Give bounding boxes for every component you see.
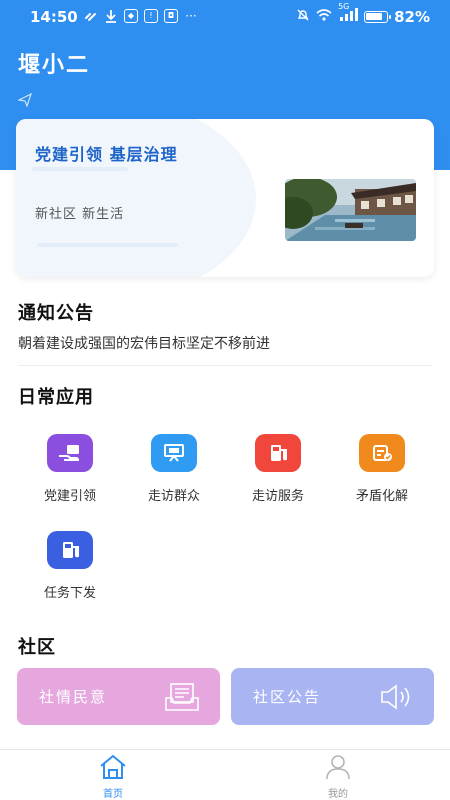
divider: [18, 365, 432, 366]
link-icon: [84, 9, 98, 23]
signal-icon: 5G: [338, 2, 359, 26]
battery-percent: 82%: [394, 8, 430, 26]
speaker-icon: [378, 682, 414, 716]
presentation-icon: [151, 434, 197, 472]
daily-apps-section-title: 日常应用: [18, 387, 94, 408]
community-section-title: 社区: [18, 637, 56, 658]
app-conflict-resolution[interactable]: 矛盾化解: [332, 434, 432, 504]
network-type-label: 5G: [338, 2, 350, 11]
app-visit-service[interactable]: 走访服务: [228, 434, 328, 504]
shield-app-icon: ◆: [124, 9, 138, 23]
app-task-dispatch[interactable]: 任务下发: [20, 531, 120, 601]
banner-card[interactable]: 党建引领 基层治理 新社区 新生活: [16, 119, 434, 277]
task-pump-icon: [47, 531, 93, 569]
banner-decoration-line: [38, 243, 178, 247]
user-icon: [323, 755, 353, 784]
app-visit-residents[interactable]: 走访群众: [124, 434, 224, 504]
app-title: 堰小二: [18, 53, 91, 78]
notice-text[interactable]: 朝着建设成强国的宏伟目标坚定不移前进: [18, 333, 270, 353]
status-time: 14:50: [30, 8, 78, 26]
notice-section-title: 通知公告: [18, 303, 94, 324]
card-label: 社情民意: [39, 688, 108, 706]
tab-mine[interactable]: 我的: [308, 754, 368, 800]
tab-mine-label: 我的: [328, 789, 348, 800]
banner-subtitle: 新社区 新生活: [35, 207, 125, 222]
download-icon: [104, 9, 118, 23]
app-label: 任务下发: [43, 586, 96, 601]
app-party-leadership[interactable]: 党建引领: [20, 434, 120, 504]
status-notification-icons: ◆ ! ◘ ···: [84, 9, 198, 23]
camera-app-icon: ◘: [164, 9, 178, 23]
app-label: 党建引领: [43, 489, 96, 504]
status-system-icons: 5G 82%: [296, 2, 430, 26]
app-label: 矛盾化解: [355, 489, 408, 504]
more-icon: ···: [185, 9, 197, 23]
card-label: 社区公告: [253, 688, 322, 706]
fuel-pump-icon: [255, 434, 301, 472]
tab-home[interactable]: 首页: [83, 754, 143, 800]
hand-card-icon: [47, 434, 93, 472]
tab-home-label: 首页: [103, 789, 123, 800]
battery-level: [366, 13, 383, 20]
box-check-icon: [359, 434, 405, 472]
document-tray-icon: [164, 682, 200, 716]
app-label: 走访群众: [147, 489, 200, 504]
card-public-opinion[interactable]: 社情民意: [17, 668, 220, 725]
bottom-tab-bar: 首页 我的: [0, 749, 450, 800]
home-icon: [98, 754, 128, 784]
banner-image-water-town: [285, 179, 416, 241]
status-bar: 14:50 ◆ ! ◘ ··· 5G 82%: [0, 0, 450, 34]
card-community-announcement[interactable]: 社区公告: [231, 668, 434, 725]
banner-title: 党建引领 基层治理: [35, 145, 178, 164]
app-label: 走访服务: [251, 489, 304, 504]
banner-decoration-line: [32, 167, 128, 171]
send-icon[interactable]: [17, 92, 33, 111]
wifi-icon: [316, 8, 332, 26]
alert-app-icon: !: [144, 9, 158, 23]
mute-icon: [296, 8, 310, 26]
battery-icon: [364, 11, 392, 23]
